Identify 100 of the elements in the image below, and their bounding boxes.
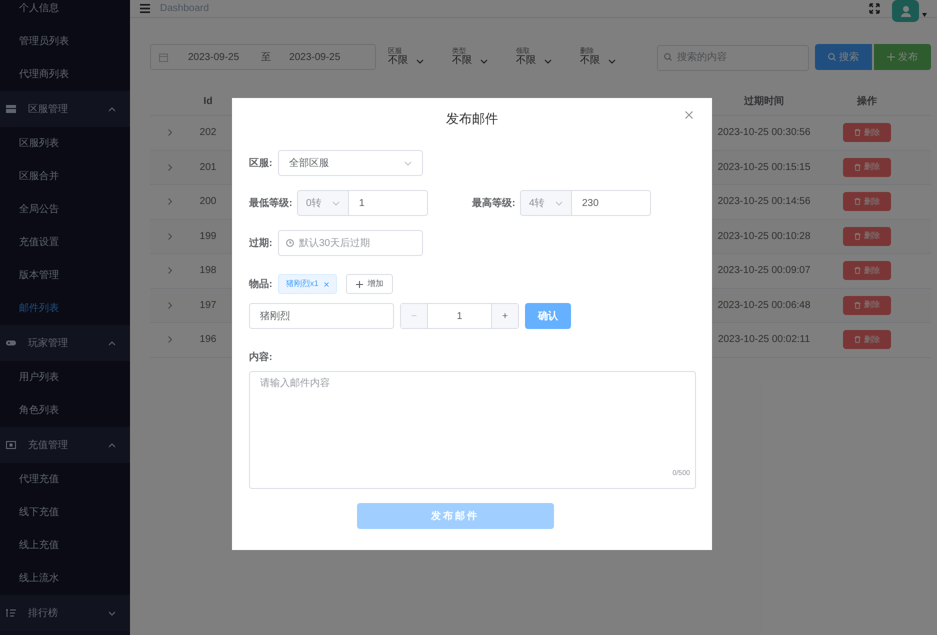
expand-icon[interactable] xyxy=(168,302,172,309)
table-cell-text: 199 xyxy=(198,230,218,244)
trash-icon xyxy=(854,198,861,206)
table-cell-text: 2023-10-25 00:14:56 xyxy=(716,195,812,210)
level-field[interactable]: 1 xyxy=(349,190,428,216)
date-range-field[interactable]: 2023-09-25 至 2023-09-25 xyxy=(150,44,376,70)
sidebar-item[interactable]: 版本管理 xyxy=(0,259,130,292)
delete-button[interactable]: 删除 xyxy=(843,226,891,246)
fullscreen-icon[interactable] xyxy=(869,3,880,14)
table-cell-text: 196 xyxy=(198,333,218,348)
sidebar-item[interactable]: 邮件列表 xyxy=(0,292,130,325)
group-label: 玩家管理 xyxy=(28,336,69,350)
table-cell-text: 2023-10-25 00:15:15 xyxy=(716,160,812,175)
sidebar-item[interactable]: 角色列表 xyxy=(0,394,130,427)
chevron-icon xyxy=(608,58,616,64)
server-select[interactable]: 全部区服 xyxy=(278,150,423,176)
expand-icon[interactable] xyxy=(168,198,172,206)
table-cell-text: 2023-10-25 00:09:07 xyxy=(716,264,812,278)
expire-date-field[interactable]: 默认30天后过期 xyxy=(278,230,423,256)
chevron-icon xyxy=(404,160,412,166)
trash-icon xyxy=(854,336,861,344)
delete-button[interactable]: 删除 xyxy=(843,158,891,177)
level-field[interactable]: 230 xyxy=(572,190,651,216)
item-tag[interactable]: 猪刚烈x1 xyxy=(278,274,338,294)
delete-button[interactable]: 删除 xyxy=(843,261,891,280)
group-label: 排行榜 xyxy=(28,606,59,620)
increment-button[interactable]: + xyxy=(491,304,518,328)
search-icon xyxy=(828,53,836,61)
caret-icon[interactable] xyxy=(922,12,927,16)
delete-button[interactable]: 删除 xyxy=(843,296,891,315)
table-cell-text: 2023-10-25 00:06:48 xyxy=(716,298,812,313)
sidebar-item[interactable]: 区服合并 xyxy=(0,160,130,193)
chevron-icon xyxy=(108,610,116,616)
sidebar-item[interactable]: 线上充值 xyxy=(0,529,130,562)
delete-button[interactable]: 删除 xyxy=(843,123,891,142)
column-header: 过期时间 xyxy=(743,94,785,109)
form-label: 内容: xyxy=(249,350,274,365)
clock-icon xyxy=(286,239,294,247)
close-icon[interactable] xyxy=(324,282,330,286)
card-icon xyxy=(6,440,16,450)
search-button[interactable]: 搜索 xyxy=(815,44,872,70)
form-label: 过期: xyxy=(249,236,274,250)
table-cell-text: 201 xyxy=(198,160,218,175)
chevron-icon xyxy=(555,200,563,206)
sidebar-item[interactable]: 线下充值 xyxy=(0,496,130,529)
chevron-icon xyxy=(108,442,116,448)
group-label: 充值管理 xyxy=(28,438,69,452)
server-icon xyxy=(6,104,16,114)
sidebar-item[interactable]: 区服列表 xyxy=(0,127,130,160)
date-text: 2023-09-25 xyxy=(289,50,340,64)
trash-icon xyxy=(854,232,861,240)
expand-icon[interactable] xyxy=(168,164,172,171)
column-header: Id xyxy=(202,95,214,109)
table-cell-text: 2023-10-25 00:02:11 xyxy=(716,333,812,348)
chevron-icon xyxy=(108,340,116,346)
delete-button[interactable]: 删除 xyxy=(843,192,891,212)
expand-icon[interactable] xyxy=(168,336,172,344)
list-icon xyxy=(6,608,16,618)
expand-icon[interactable] xyxy=(168,129,172,136)
table-cell-text: 198 xyxy=(198,264,218,278)
sidebar-item[interactable]: 代理商列表 xyxy=(0,58,130,91)
chevron-icon xyxy=(108,106,116,112)
date-text: 2023-09-25 xyxy=(188,50,240,64)
search-icon xyxy=(664,53,672,61)
sidebar-item[interactable]: 用户列表 xyxy=(0,361,130,394)
trash-icon xyxy=(854,267,861,274)
table-cell-text: 202 xyxy=(198,126,218,140)
avatar[interactable] xyxy=(892,0,919,22)
table-cell-text: 200 xyxy=(198,195,218,210)
rank-select[interactable]: 4转 xyxy=(520,190,572,216)
quantity-stepper[interactable]: − 1 + xyxy=(400,303,519,329)
gamepad-icon xyxy=(6,338,16,348)
delete-button[interactable]: 删除 xyxy=(843,330,891,350)
sidebar-item[interactable]: 代理充值 xyxy=(0,463,130,496)
rank-select[interactable]: 0转 xyxy=(297,190,349,216)
item-name-field[interactable]: 猪刚烈 xyxy=(249,303,394,329)
calendar-icon xyxy=(159,52,168,62)
expand-icon[interactable] xyxy=(168,232,172,240)
column-header: 操作 xyxy=(856,94,878,109)
chevron-icon xyxy=(416,58,424,64)
chevron-icon xyxy=(332,200,340,206)
sidebar-item[interactable]: 个人信息 xyxy=(0,0,130,25)
plus-icon xyxy=(887,53,895,61)
menu-icon[interactable] xyxy=(140,4,150,13)
confirm-button[interactable]: 确认 xyxy=(525,303,571,329)
sidebar-item[interactable]: 线上流水 xyxy=(0,562,130,595)
add-button[interactable]: 增加 xyxy=(346,274,394,294)
sidebar-item[interactable]: 管理员列表 xyxy=(0,25,130,58)
table-cell-text: 2023-10-25 00:10:28 xyxy=(716,230,812,244)
close-icon[interactable] xyxy=(685,111,693,119)
group-label: 区服管理 xyxy=(28,102,69,116)
sidebar-item[interactable]: 全局公告 xyxy=(0,193,130,226)
dialog-title: 发布邮件 xyxy=(446,110,498,128)
form-label: 物品: xyxy=(249,278,274,292)
table-cell-text: 2023-10-25 00:30:56 xyxy=(716,126,812,140)
form-label: 区服: xyxy=(249,156,274,170)
sidebar-item[interactable]: 充值设置 xyxy=(0,226,130,259)
form-label: 最低等级: xyxy=(249,196,294,210)
publish-button[interactable]: 发布 xyxy=(874,44,931,70)
expand-icon[interactable] xyxy=(168,267,172,274)
